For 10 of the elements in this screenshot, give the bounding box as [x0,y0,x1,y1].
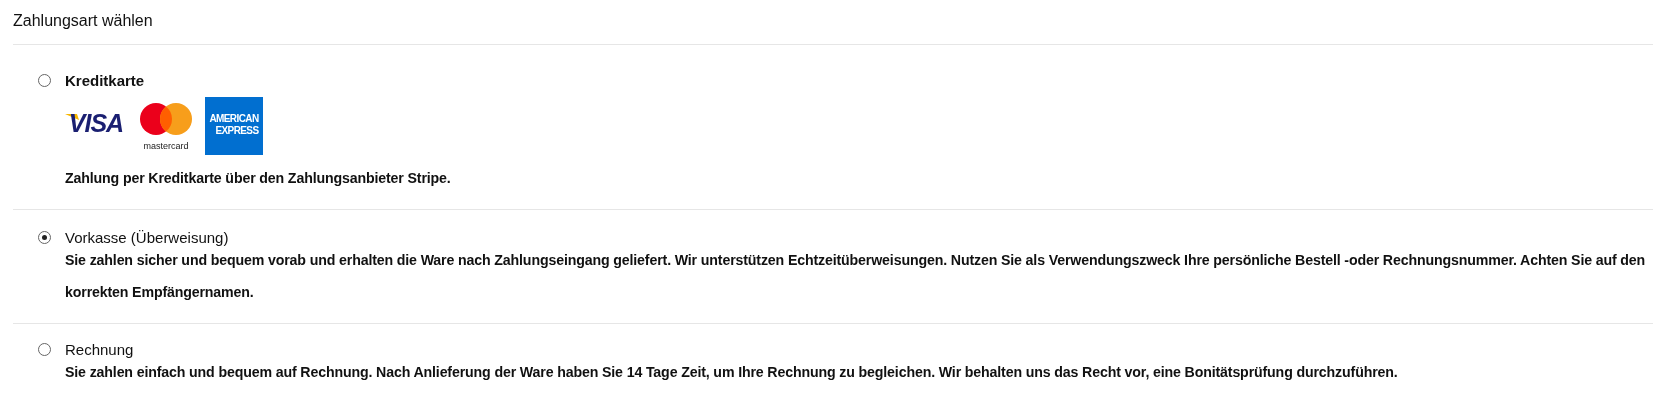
card-logo: AMERICAN EXPRESS [205,97,263,155]
option-label[interactable]: Kreditkarte [65,72,451,89]
option-description: Zahlung per Kreditkarte über den Zahlungsanbieter Stripe. [65,169,451,188]
section-heading: Zahlungsart wählen [13,0,1653,45]
option-label[interactable]: Rechnung [65,341,1398,358]
card-logo: VISA [65,110,127,136]
option-description: Sie zahlen sicher und bequem vorab und erhalten die Ware nach Zahlungseingang geliefert. Wir unterstützen Echtzeitüberweisungen. Nutzen Sie als Verwendungszweck Ihre persönliche Bestell -oder Rechnungsnummer. Achten Sie auf den korrekten Empfängernamen. [65,251,1647,302]
card-logo: mastercard [135,100,197,152]
option-description: Sie zahlen einfach und bequem auf Rechnung. Nach Anlieferung der Ware haben Sie 14 Tage Zeit, um Ihre Rechnung zu begleichen. Wir behalten uns das Recht vor, eine Bonitätsprüfung durchzuführen. [65,363,1398,382]
option-label[interactable]: Vorkasse (Überweisung) [65,229,1653,246]
